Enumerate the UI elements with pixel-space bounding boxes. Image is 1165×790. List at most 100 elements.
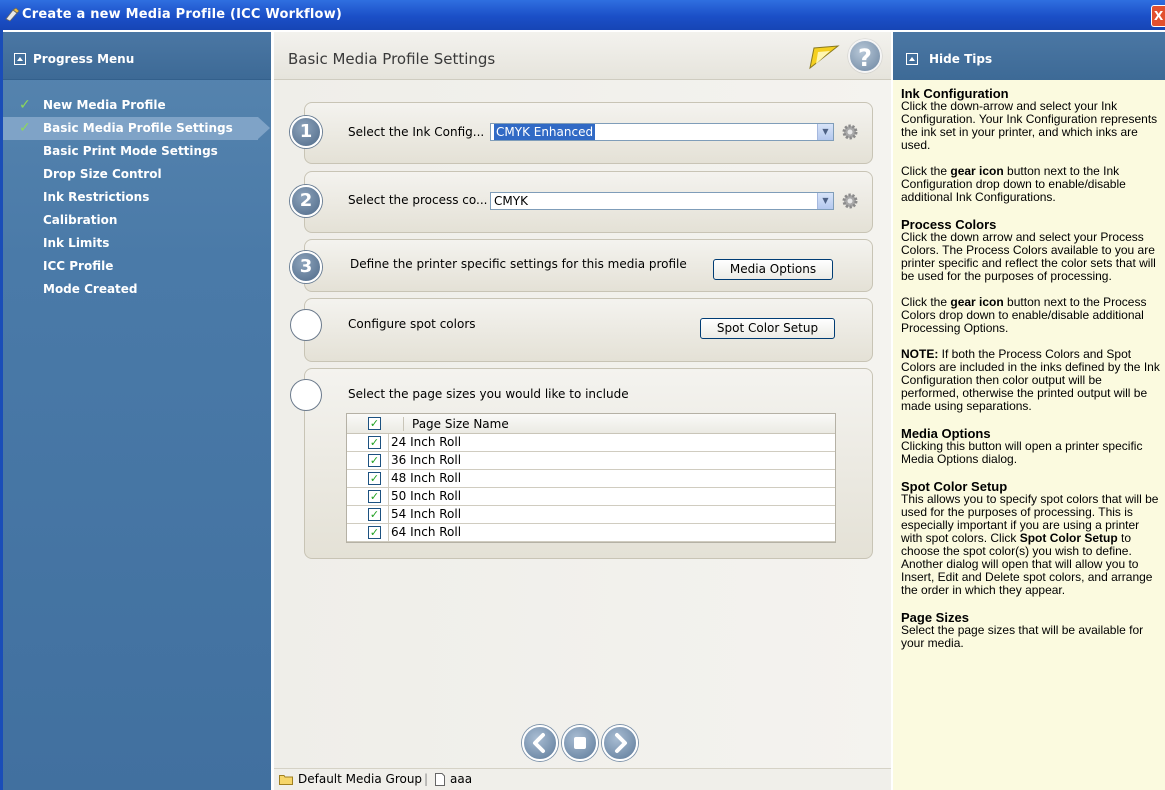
progress-menu-panel: Progress Menu ✓ New Media Profile ✓ Basi… [3, 32, 271, 790]
collapse-icon[interactable] [906, 53, 918, 65]
ink-config-value: CMYK Enhanced [494, 124, 596, 140]
menu-item-label: Calibration [43, 213, 118, 227]
step-process-colors: 2 Select the process co... CMYK ▼ [290, 171, 873, 233]
step-circle-4 [290, 309, 322, 341]
app-icon [5, 7, 20, 22]
main-header: Basic Media Profile Settings ? [274, 32, 891, 80]
tip-text: Select the page sizes that will be avail… [901, 623, 1144, 650]
ink-config-select[interactable]: CMYK Enhanced ▼ [490, 123, 834, 141]
step-printer-settings: 3 Define the printer specific settings f… [290, 239, 873, 292]
tip-process-colors: Process Colors Click the down arrow and … [901, 218, 1163, 413]
table-row[interactable]: ✓ 24 Inch Roll [347, 434, 835, 452]
media-group-name[interactable]: Default Media Group [298, 769, 422, 790]
ink-config-label: Select the Ink Config... [348, 125, 485, 139]
table-row[interactable]: ✓ 48 Inch Roll [347, 470, 835, 488]
menu-item-basic-media-profile-settings[interactable]: ✓ Basic Media Profile Settings [3, 117, 270, 140]
select-all-checkbox[interactable]: ✓ [368, 417, 381, 430]
next-button[interactable] [602, 725, 638, 761]
media-options-button[interactable]: Media Options [713, 259, 833, 280]
gear-icon[interactable] [841, 123, 859, 141]
progress-menu: ✓ New Media Profile ✓ Basic Media Profil… [3, 94, 271, 301]
document-icon [435, 773, 445, 786]
back-button[interactable] [522, 725, 558, 761]
row-checkbox[interactable]: ✓ [368, 454, 381, 467]
menu-item-label: Basic Print Mode Settings [43, 144, 218, 158]
chevron-down-icon[interactable]: ▼ [817, 124, 833, 140]
step-number-2: 2 [290, 185, 322, 217]
page-size-name: 54 Inch Roll [388, 506, 461, 523]
menu-item-mode-created[interactable]: Mode Created [3, 278, 271, 301]
row-checkbox[interactable]: ✓ [368, 436, 381, 449]
menu-item-icc-profile[interactable]: ICC Profile [3, 255, 271, 278]
tips-content: Ink Configuration Click the down-arrow a… [901, 87, 1163, 664]
progress-menu-title: Progress Menu [33, 52, 135, 66]
menu-item-ink-restrictions[interactable]: Ink Restrictions [3, 186, 271, 209]
column-divider [403, 417, 404, 431]
stop-icon [574, 737, 586, 749]
step-page-sizes: Select the page sizes you would like to … [290, 368, 873, 559]
page-title: Basic Media Profile Settings [288, 50, 496, 68]
tip-text-part: Click the [901, 164, 951, 178]
column-header-page-size-name[interactable]: Page Size Name [412, 417, 509, 431]
menu-item-label: ICC Profile [43, 259, 114, 273]
spot-colors-label: Configure spot colors [348, 317, 476, 331]
checkmark-icon: ✓ [19, 120, 31, 136]
tip-text: Click the down arrow and select your Pro… [901, 230, 1156, 283]
step-circle-5 [290, 379, 322, 411]
table-row[interactable]: ✓ 54 Inch Roll [347, 506, 835, 524]
menu-item-new-media-profile[interactable]: ✓ New Media Profile [3, 94, 271, 117]
pencil-icon[interactable] [808, 44, 840, 70]
table-row[interactable]: ✓ 64 Inch Roll [347, 524, 835, 542]
tip-text: Click the gear icon button next to the I… [901, 165, 1163, 204]
stop-button[interactable] [562, 725, 598, 761]
tip-text: This allows you to specify spot colors t… [901, 493, 1163, 597]
title-bar: Create a new Media Profile (ICC Workflow… [0, 0, 1165, 30]
table-row[interactable]: ✓ 36 Inch Roll [347, 452, 835, 470]
tip-text: Click the down-arrow and select your Ink… [901, 99, 1158, 152]
menu-item-calibration[interactable]: Calibration [3, 209, 271, 232]
spot-color-setup-button[interactable]: Spot Color Setup [700, 318, 835, 339]
menu-item-label: Mode Created [43, 282, 138, 296]
page-sizes-table: ✓ Page Size Name ✓ 24 Inch Roll ✓ 36 Inc… [346, 413, 836, 543]
menu-item-ink-limits[interactable]: Ink Limits [3, 232, 271, 255]
page-sizes-label: Select the page sizes you would like to … [348, 387, 629, 401]
tip-text: Clicking this button will open a printer… [901, 439, 1143, 466]
step-number-3: 3 [290, 251, 322, 283]
page-size-name: 48 Inch Roll [388, 470, 461, 487]
arrow-right-icon [615, 733, 627, 753]
progress-menu-header[interactable]: Progress Menu [3, 32, 271, 80]
page-size-name: 24 Inch Roll [388, 434, 461, 451]
tip-media-options: Media Options Clicking this button will … [901, 427, 1163, 466]
help-icon[interactable]: ? [848, 39, 882, 73]
checkmark-icon: ✓ [19, 97, 31, 113]
close-button[interactable]: X [1151, 5, 1165, 27]
status-divider: | [424, 772, 429, 786]
menu-item-label: New Media Profile [43, 98, 166, 112]
page-size-name: 64 Inch Roll [388, 524, 461, 541]
process-colors-select[interactable]: CMYK ▼ [490, 192, 834, 210]
tips-panel: Hide Tips Ink Configuration Click the do… [893, 32, 1165, 790]
process-colors-label: Select the process co... [348, 193, 488, 207]
chevron-down-icon[interactable]: ▼ [817, 193, 833, 209]
printer-settings-label: Define the printer specific settings for… [350, 257, 687, 271]
row-checkbox[interactable]: ✓ [368, 526, 381, 539]
row-checkbox[interactable]: ✓ [368, 472, 381, 485]
menu-item-basic-print-mode-settings[interactable]: Basic Print Mode Settings [3, 140, 271, 163]
folder-icon [279, 775, 293, 785]
collapse-icon[interactable] [14, 53, 26, 65]
arrow-left-icon [533, 733, 545, 753]
tip-emphasis: gear icon [950, 295, 1004, 309]
row-checkbox[interactable]: ✓ [368, 508, 381, 521]
table-row[interactable]: ✓ 50 Inch Roll [347, 488, 835, 506]
tip-text: Click the gear icon button next to the P… [901, 296, 1163, 335]
gear-icon[interactable] [841, 192, 859, 210]
profile-name[interactable]: aaa [450, 769, 472, 790]
tip-page-sizes: Page Sizes Select the page sizes that wi… [901, 611, 1163, 650]
window-title: Create a new Media Profile (ICC Workflow… [22, 7, 343, 22]
tips-header[interactable]: Hide Tips [893, 32, 1165, 80]
menu-item-drop-size-control[interactable]: Drop Size Control [3, 163, 271, 186]
row-checkbox[interactable]: ✓ [368, 490, 381, 503]
step-number-1: 1 [290, 116, 322, 148]
wizard-navigation [522, 725, 642, 763]
tip-text-part: Click the [901, 295, 951, 309]
